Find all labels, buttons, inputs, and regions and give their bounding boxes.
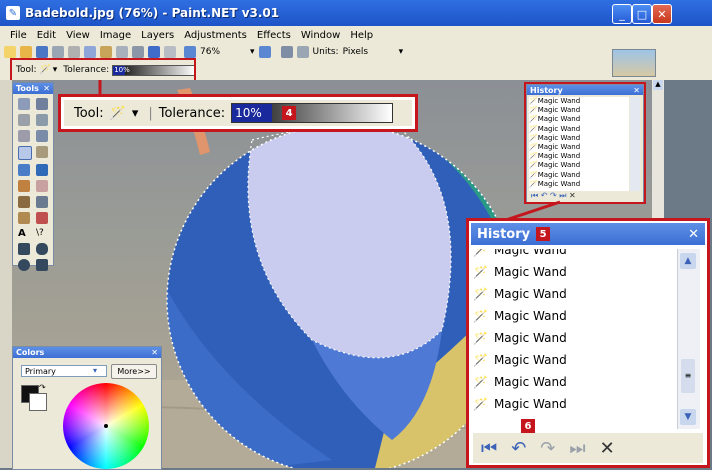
history-callout-controls: ⏮ ↶ ↷ ⏭ ✕: [473, 433, 703, 463]
tolerance-slider-zoomed[interactable]: 10% 4: [231, 103, 394, 123]
list-item[interactable]: 🪄 Magic Wand: [473, 261, 673, 283]
color-wheel-cursor[interactable]: [104, 424, 108, 428]
magic-wand-icon: 🪄: [473, 375, 488, 389]
list-item[interactable]: 🪄 Magic Wand: [473, 371, 673, 393]
callout-badge-4: 4: [282, 106, 297, 120]
secondary-color-swatch[interactable]: [29, 393, 47, 411]
scroll-up-icon[interactable]: ▲: [680, 253, 696, 269]
tool-dropdown-icon[interactable]: ▾: [132, 106, 139, 121]
rewind-icon[interactable]: ⏮: [481, 438, 497, 459]
magic-wand-icon: 🪄: [473, 331, 488, 345]
magic-wand-icon: 🪄: [473, 397, 488, 411]
redo-icon[interactable]: ↷: [540, 438, 555, 459]
history-callout-list: 🪄 Magic Wand 🪄 Magic Wand 🪄 Magic Wand 🪄 Mag…: [473, 249, 673, 429]
magic-wand-icon: 🪄: [473, 309, 488, 323]
color-mode-dropdown-icon[interactable]: ▾: [93, 366, 97, 375]
list-item[interactable]: 🪄 Magic Wand: [473, 393, 673, 415]
undo-icon[interactable]: ↶: [511, 438, 526, 459]
magic-wand-icon: 🪄: [473, 249, 488, 257]
tolerance-value-zoomed: 10%: [232, 104, 273, 122]
list-item[interactable]: 🪄 Magic Wand: [473, 305, 673, 327]
scroll-thumb[interactable]: ≡: [681, 359, 695, 393]
list-item[interactable]: 🪄 Magic Wand: [473, 349, 673, 371]
list-item[interactable]: 🪄 Magic Wand: [473, 249, 673, 261]
color-wheel[interactable]: [63, 383, 149, 469]
magic-wand-icon: 🪄: [473, 287, 488, 301]
colors-panel-title: Colors: [16, 348, 45, 357]
delete-history-icon[interactable]: ✕: [600, 438, 615, 459]
magic-wand-icon: 🪄: [473, 265, 488, 279]
callout-badge-6: 6: [521, 419, 535, 433]
callout-badge-5: 5: [536, 227, 551, 241]
tool-label-zoomed: Tool:: [74, 105, 104, 121]
colors-panel-close-button[interactable]: ✕: [151, 348, 158, 357]
history-callout-close-button[interactable]: ✕: [688, 227, 699, 242]
tolerance-label-zoomed: Tolerance:: [158, 105, 226, 121]
list-item[interactable]: 🪄 Magic Wand: [473, 327, 673, 349]
list-item[interactable]: 🪄 Magic Wand: [473, 283, 673, 305]
history-callout-title: History: [477, 226, 531, 242]
swap-colors-icon[interactable]: ↷: [39, 383, 46, 392]
history-callout: History 5 ✕ 🪄 Magic Wand 🪄 Magic Wand 🪄 Mag…: [466, 218, 710, 468]
colors-panel: Colors ✕ Primary ▾ More>> ↷: [12, 346, 162, 470]
scroll-down-icon[interactable]: ▼: [680, 409, 696, 425]
magic-wand-icon[interactable]: 🪄: [110, 106, 126, 121]
magic-wand-icon: 🪄: [473, 353, 488, 367]
more-colors-button[interactable]: More>>: [111, 364, 157, 379]
tool-options-callout: Tool: 🪄 ▾ | Tolerance: 10% 4: [58, 94, 418, 132]
history-callout-scrollbar[interactable]: ▲ ≡ ▼: [677, 249, 700, 429]
fast-forward-icon[interactable]: ⏭: [569, 438, 585, 459]
